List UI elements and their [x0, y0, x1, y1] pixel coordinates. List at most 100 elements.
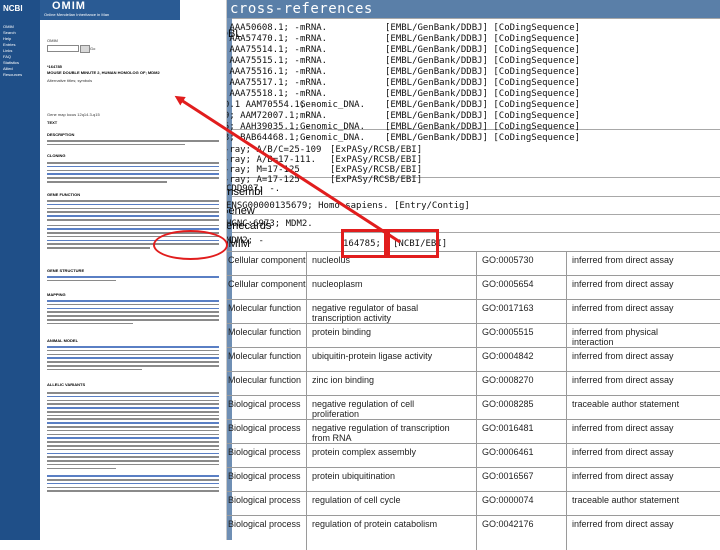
sidebar-item[interactable]: Entries [3, 42, 15, 47]
row-divider [232, 18, 720, 19]
go-id-link[interactable]: GO:0005654 [482, 279, 562, 289]
go-category: Biological process [228, 495, 301, 505]
go-id-link[interactable]: GO:0016481 [482, 423, 562, 433]
xref-refs-link[interactable]: [EMBL/GenBank/DDBJ] [CoDingSequence] [385, 23, 580, 33]
section-gene-structure: GENE STRUCTURE [47, 268, 85, 273]
row-divider [232, 232, 720, 233]
go-term: regulation of protein catabolism [312, 519, 438, 529]
gene-structure-text [47, 276, 219, 284]
go-term: negative regulator of basal transcriptio… [312, 303, 419, 323]
sidebar-item[interactable]: FAQ [3, 54, 11, 59]
go-id-link[interactable]: GO:0005730 [482, 255, 562, 265]
xref-type: mRNA. [300, 34, 328, 44]
xref-type: Genomic_DNA. [300, 100, 366, 110]
row-divider [232, 196, 720, 197]
go-term: zinc ion binding [312, 375, 375, 385]
pdb-refs-link[interactable]: [ExPASy/RCSB/EBI] [330, 165, 422, 175]
xref-refs-link[interactable]: [EMBL/GenBank/DDBJ] [CoDingSequence] [385, 34, 580, 44]
xref-refs-link[interactable]: [EMBL/GenBank/DDBJ] [CoDingSequence] [385, 122, 580, 132]
search-go-button[interactable] [80, 45, 90, 53]
xref-refs-link[interactable]: [EMBL/GenBank/DDBJ] [CoDingSequence] [385, 111, 580, 121]
alt-titles: Alternative titles; symbols [47, 78, 93, 83]
xref-refs-link[interactable]: [EMBL/GenBank/DDBJ] [CoDingSequence] [385, 56, 580, 66]
xref-type: mRNA. [300, 67, 328, 77]
sidebar-item[interactable]: Allied [3, 66, 13, 71]
xref-refs-link[interactable]: [EMBL/GenBank/DDBJ] [CoDingSequence] [385, 133, 580, 143]
go-evidence: inferred from direct assay [572, 519, 674, 529]
gene-map-locus[interactable]: Gene map locus 12q14.3-q15 [47, 112, 100, 117]
entry-title: MOUSE DOUBLE MINUTE 2, HUMAN HOMOLOG OF;… [47, 70, 160, 75]
cloning-text [47, 162, 219, 185]
go-id-link[interactable]: GO:0005515 [482, 327, 562, 337]
go-id-link[interactable]: GO:0017163 [482, 303, 562, 313]
go-evidence: inferred from direct assay [572, 255, 674, 265]
ensembl-value[interactable]: ENSG00000135679; Homo sapiens. [Entry/Co… [226, 201, 470, 211]
genecards-value[interactable]: MDM2; - [226, 236, 264, 246]
ncbi-logo[interactable]: NCBI [3, 4, 23, 13]
xref-refs-link[interactable]: [EMBL/GenBank/DDBJ] [CoDingSequence] [385, 100, 580, 110]
go-evidence: inferred from direct assay [572, 303, 674, 313]
go-evidence: traceable author statement [572, 399, 680, 409]
row-divider [232, 214, 720, 215]
go-evidence: inferred from direct assay [572, 447, 674, 457]
omim-subtitle: Online Mendelian Inheritance in Man [44, 12, 110, 17]
go-evidence: inferred from direct assay [572, 279, 674, 289]
search-select[interactable]: OMIM [47, 38, 58, 43]
sidebar-item[interactable]: Statistics [3, 60, 19, 65]
section-cloning: CLONING [47, 153, 66, 158]
section-gene-function: GENE FUNCTION [47, 192, 81, 197]
xref-type: mRNA. [300, 45, 328, 55]
allelic-variants-text [47, 392, 219, 494]
xref-refs-link[interactable]: [EMBL/GenBank/DDBJ] [CoDingSequence] [385, 67, 580, 77]
go-term: protein binding [312, 327, 372, 337]
xref-type: mRNA. [300, 56, 328, 66]
row-divider [232, 177, 720, 178]
omim-logo[interactable]: OMIM [52, 0, 86, 12]
section-text: TEXT [47, 120, 58, 125]
go-category: Biological process [228, 447, 301, 457]
section-mapping: MAPPING [47, 292, 66, 297]
xref-refs-link[interactable]: [EMBL/GenBank/DDBJ] [CoDingSequence] [385, 89, 580, 99]
xref-type: Genomic_DNA. [300, 122, 366, 132]
xref-type: Genomic_DNA. [300, 133, 366, 143]
pdb-refs-link[interactable]: [ExPASy/RCSB/EBI] [330, 145, 422, 155]
pdb-refs-link[interactable]: [ExPASy/RCSB/EBI] [330, 175, 422, 185]
go-category: Cellular component [228, 255, 306, 265]
xref-type: mRNA. [300, 23, 328, 33]
xref-type: mRNA. [300, 78, 328, 88]
go-term: negative regulation of transcription fro… [312, 423, 450, 443]
pdb-refs-link[interactable]: [ExPASy/RCSB/EBI] [330, 155, 422, 165]
sidebar-item[interactable]: Resources [3, 72, 22, 77]
go-evidence: inferred from direct assay [572, 423, 674, 433]
go-id-link[interactable]: GO:0006461 [482, 447, 562, 457]
sidebar-item[interactable]: OMIM [3, 24, 14, 29]
search-input[interactable] [47, 45, 79, 52]
go-category: Cellular component [228, 279, 306, 289]
go-term: negative regulation of cell proliferatio… [312, 399, 415, 419]
go-id-link[interactable]: GO:0016567 [482, 471, 562, 481]
go-category: Molecular function [228, 327, 302, 337]
omim-label-highlight-circle [153, 230, 228, 260]
go-row: Biological process regulation of protein… [220, 515, 720, 550]
xref-refs-link[interactable]: [EMBL/GenBank/DDBJ] [CoDingSequence] [385, 45, 580, 55]
go-id-link[interactable]: GO:0000074 [482, 495, 562, 505]
go-evidence: inferred from direct assay [572, 351, 674, 361]
go-evidence: inferred from direct assay [572, 471, 674, 481]
go-category: Biological process [228, 423, 301, 433]
genew-value[interactable]: HGNC:6973; MDM2. [226, 219, 313, 229]
ncbi-sidebar: NCBI OMIM Search Help Entries Links FAQ … [0, 0, 40, 540]
go-id-link[interactable]: GO:0004842 [482, 351, 562, 361]
go-id-link[interactable]: GO:0008270 [482, 375, 562, 385]
go-id-link[interactable]: GO:0008285 [482, 399, 562, 409]
sidebar-item[interactable]: Links [3, 48, 12, 53]
entry-id: *164785 [47, 64, 62, 69]
go-category: Biological process [228, 519, 301, 529]
go-id-link[interactable]: GO:0042176 [482, 519, 562, 529]
description-text [47, 140, 219, 148]
sidebar-item[interactable]: Search [3, 30, 16, 35]
xref-refs-link[interactable]: [EMBL/GenBank/DDBJ] [CoDingSequence] [385, 78, 580, 88]
sidebar-item[interactable]: Help [3, 36, 11, 41]
section-animal-model: ANIMAL MODEL [47, 338, 79, 343]
go-term: regulation of cell cycle [312, 495, 401, 505]
section-allelic-variants: ALLELIC VARIANTS [47, 382, 86, 387]
